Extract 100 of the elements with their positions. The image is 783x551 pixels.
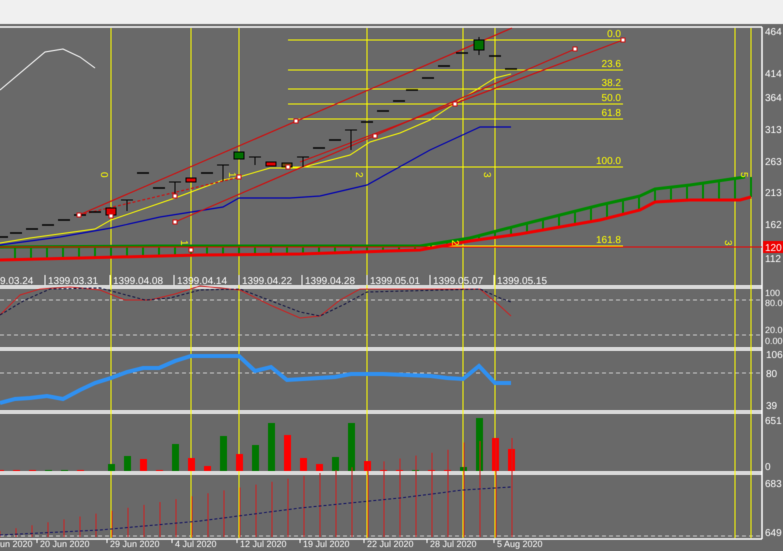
anchor-point[interactable] (172, 220, 178, 224)
cloud-hatch-line (62, 246, 64, 258)
cloud-hatch-line (734, 178, 736, 200)
volume-bar (460, 467, 467, 471)
price-axis-label: 364 (765, 93, 782, 104)
date-label: 1399.04.08 (113, 276, 164, 287)
cloud-hatch-line (78, 246, 80, 258)
wave-label: 0 (98, 172, 109, 178)
fibonacci-level-label: 50.0 (602, 93, 621, 104)
cloud-hatch-line (302, 246, 304, 254)
candlestick (234, 152, 244, 160)
wave-label: 5 (738, 172, 749, 178)
oscillator-axis-label: 20.0 (765, 325, 783, 335)
candlestick (137, 172, 149, 174)
date-label: 1399.04.28 (305, 276, 356, 287)
cloud-hatch-line (126, 246, 128, 257)
cloud-hatch-line (510, 227, 512, 236)
cloud-hatch-line (30, 246, 32, 260)
candlestick (89, 211, 101, 213)
volume-bar (476, 418, 483, 471)
cloud-hatch-line (238, 246, 240, 254)
volume-bar (364, 461, 371, 471)
cloud-hatch-line (654, 189, 656, 202)
date-label: 1399.05.01 (370, 276, 420, 287)
cloud-hatch-line (478, 236, 480, 240)
cloud-hatch-line (494, 232, 496, 238)
indicator-axis-label: 80 (766, 369, 778, 380)
cloud-hatch-line (686, 185, 688, 202)
wave-label: 3 (481, 172, 492, 178)
date-label: 5 Aug 2020 (497, 539, 543, 549)
wave-label: 2 (353, 172, 364, 178)
anchor-point[interactable] (76, 212, 82, 218)
anchor-point[interactable] (108, 214, 114, 218)
cloud-hatch-line (158, 246, 160, 256)
price-axis-label: 162 (765, 220, 782, 231)
price-axis-label: 464 (765, 27, 782, 38)
indicator-axis-label: 106 (766, 350, 783, 361)
candlestick (329, 139, 341, 141)
candlestick (168, 182, 182, 196)
candlestick (344, 130, 358, 150)
cloud-hatch-line (670, 187, 672, 202)
candlestick (248, 156, 262, 166)
indicator-axis-label: 39 (766, 401, 778, 412)
candlestick (456, 52, 468, 54)
fibonacci-level-label: 23.6 (602, 59, 621, 70)
bottom-axis-label: 683 (765, 479, 782, 490)
cloud-hatch-line (718, 180, 720, 200)
volume-bar (172, 444, 179, 471)
candlestick (393, 100, 405, 102)
price-axis-label: 112 (765, 254, 781, 265)
cloud-hatch-line (94, 246, 96, 258)
candlestick (106, 208, 116, 216)
anchor-point[interactable] (286, 164, 290, 170)
fibonacci-level-label: 61.8 (602, 108, 621, 119)
cloud-hatch-line (350, 246, 352, 252)
candlestick (186, 178, 196, 182)
volume-bar (268, 423, 275, 471)
candlestick (489, 55, 501, 57)
volume-bar (188, 458, 195, 471)
cloud-hatch-line (254, 246, 256, 254)
candlestick (0, 236, 8, 238)
date-label: un 2020 (0, 539, 33, 549)
anchor-point[interactable] (172, 194, 178, 198)
cloud-hatch-line (606, 203, 608, 218)
anchor-point[interactable] (452, 102, 458, 106)
bottom-axis-label: 649 (765, 528, 782, 539)
cloud-hatch-line (542, 219, 544, 230)
anchor-point[interactable] (294, 118, 298, 124)
date-label: 20 Jun 2020 (40, 539, 90, 549)
cloud-hatch-line (206, 246, 208, 255)
anchor-point[interactable] (188, 248, 194, 252)
anchor-point[interactable] (236, 174, 242, 180)
fibonacci-level-label: 38.2 (602, 78, 621, 89)
cloud-hatch-line (46, 246, 48, 259)
date-label: 1399.03.31 (48, 276, 98, 287)
volume-bar (124, 456, 131, 471)
candlestick (361, 121, 373, 123)
candlestick (313, 147, 325, 149)
anchor-point[interactable] (572, 46, 578, 52)
volume-bar (332, 457, 339, 471)
volume-bar (220, 436, 227, 471)
date-label: 4 Jul 2020 (175, 539, 217, 549)
cloud-hatch-line (334, 246, 336, 252)
oscillator-axis-label: 100 (765, 288, 780, 298)
wave-label: 2 (449, 240, 460, 246)
cloud-hatch-line (222, 246, 224, 255)
candlestick (438, 65, 450, 67)
cloud-hatch-line (638, 196, 640, 210)
volume-axis-label: 0 (765, 462, 771, 473)
date-label: 9.03.24 (0, 276, 34, 287)
candlestick (74, 214, 86, 216)
fibonacci-level-label: 0.0 (607, 29, 621, 40)
cloud-hatch-line (14, 246, 16, 260)
cloud-hatch-line (270, 246, 272, 254)
anchor-point[interactable] (372, 134, 378, 138)
cloud-hatch-line (382, 246, 384, 252)
anchor-point[interactable] (620, 38, 626, 42)
cloud-hatch-line (398, 246, 400, 251)
cloud-hatch-line (558, 215, 560, 228)
date-label: 22 Jul 2020 (367, 539, 414, 549)
